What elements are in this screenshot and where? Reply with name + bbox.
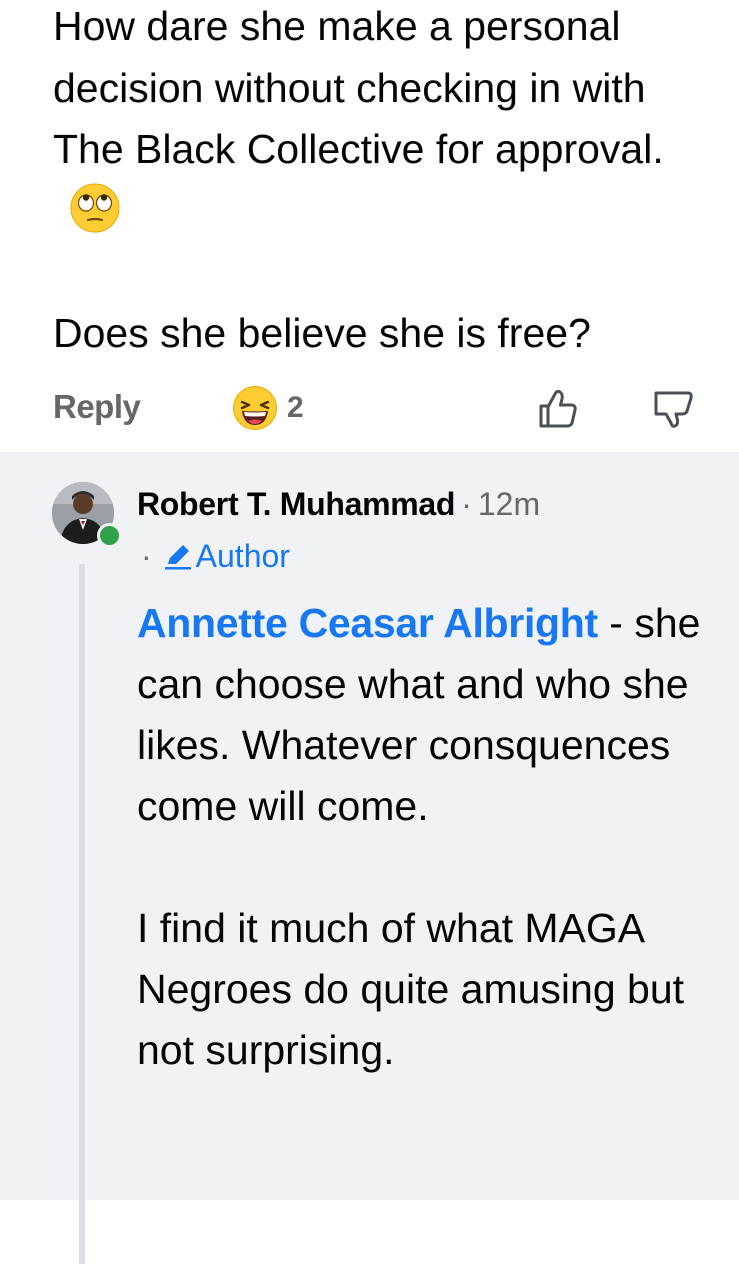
thread-connector-line [79,564,85,1264]
online-status-indicator [97,523,122,548]
parent-comment-paragraph-2: Does she believe she is free? [53,310,591,356]
reply-body: Annette Ceasar Albright - she can choose… [137,593,707,1081]
mention-link[interactable]: Annette Ceasar Albright [137,600,598,646]
parent-comment-action-bar: Reply 2 [0,380,739,440]
author-name[interactable]: Robert T. Muhammad [137,486,455,522]
reply-button[interactable]: Reply [53,388,141,426]
header-separator: · [461,486,472,522]
thumbs-down-outline-icon[interactable] [650,386,696,432]
pencil-icon [164,545,191,570]
grinning-squinting-face-icon [233,386,277,430]
reply-paragraph-1: Annette Ceasar Albright - she can choose… [137,593,707,837]
parent-comment: How dare she make a personal decision wi… [0,0,739,452]
reply-timestamp[interactable]: 12m [478,486,540,522]
reaction-summary[interactable]: 2 [232,385,304,431]
author-badge: · Author [141,536,290,576]
reaction-count: 2 [287,391,304,424]
parent-comment-body: How dare she make a personal decision wi… [53,0,713,365]
parent-comment-paragraph-1: How dare she make a personal decision wi… [53,0,713,242]
parent-comment-paragraph-1-text: How dare she make a personal decision wi… [53,3,664,172]
reply-thread: Robert T. Muhammad · 12m · Author Annette … [0,452,739,1264]
badge-label: Author [195,538,290,574]
reply-header: Robert T. Muhammad · 12m [137,484,540,524]
badge-separator: · [141,538,152,574]
face-with-rolling-eyes-icon [70,183,120,233]
thumbs-up-outline-icon[interactable] [535,386,581,432]
reply-paragraph-2: I find it much of what MAGA Negroes do q… [137,905,685,1073]
